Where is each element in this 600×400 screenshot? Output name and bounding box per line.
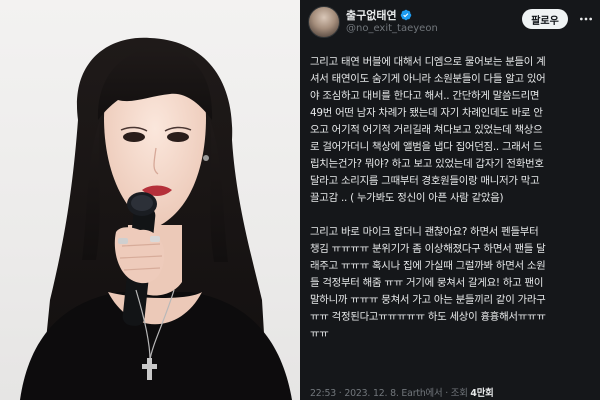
tweet-line: ㅠㅠ 걱정된다고ㅠㅠㅠㅠㅠ 하도 세상이 흉흉해서ㅠㅠㅠ (310, 311, 546, 323)
author-avatar[interactable] (308, 6, 340, 38)
tweet-line: 그리고 태연 버블에 대해서 디엠으로 물어보는 분들이 계 (310, 56, 546, 68)
views-label: 조회 (450, 388, 468, 399)
tweet-line: 야 조심하고 대비를 한다고 해서.. 간단하게 말씀드리면 (310, 90, 540, 102)
tweet-time[interactable]: 22:53 (310, 388, 336, 399)
tweet-line: 말하니까 ㅠㅠㅠ 뭉쳐서 가고 아는 분들끼리 같이 가라구 (310, 294, 546, 306)
tweet-line: 오고 어기적 어기적 거리길래 쳐다보고 있었는데 책상으 (310, 124, 543, 136)
follow-button[interactable]: 팔로우 (522, 9, 568, 29)
tweet-line: 챙김 ㅠㅠㅠㅠ 분위기가 좀 이상해졌다구 하면서 팬들 달 (310, 243, 546, 255)
author-name-text: 출구없태연 (346, 9, 397, 22)
more-horizontal-icon[interactable] (578, 11, 594, 27)
performer-illustration (20, 37, 292, 400)
tweet-line: 49번 어떤 남자 차례가 됐는데 자기 차례인데도 바로 안 (310, 107, 543, 119)
tweet-line: ㅠㅠ (310, 328, 329, 340)
tweet-line: 립치는건가? 뭐야? 하고 보고 있었는데 갑자기 전화번호 (310, 158, 544, 170)
tweet-line: 그리고 바로 마이크 잡더니 괜찮아요? 하면서 펜들부터 (310, 226, 539, 238)
performer-photo (0, 0, 300, 400)
tweet-source: Earth에서 (401, 388, 443, 399)
tweet-line: 달라고 소리지름 그때부터 경호원들이랑 매니저가 막고 (310, 175, 540, 187)
tweet-line: 래주고 ㅠㅠㅠ 혹시나 집에 가실때 그럴까봐 하면서 소원 (310, 260, 546, 272)
author-display-name[interactable]: 출구없태연 (346, 7, 412, 23)
tweet-date[interactable]: 2023. 12. 8. (344, 388, 398, 399)
author-handle[interactable]: @no_exit_taeyeon (346, 23, 438, 34)
tweet-body: 그리고 태연 버블에 대해서 디엠으로 물어보는 분들이 계 셔서 태연이도 숨… (310, 54, 590, 343)
tweet-paragraph-2: 그리고 바로 마이크 잡더니 괜찮아요? 하면서 펜들부터 챙김 ㅠㅠㅠㅠ 분위… (310, 224, 590, 343)
tweet-paragraph-1: 그리고 태연 버블에 대해서 디엠으로 물어보는 분들이 계 셔서 태연이도 숨… (310, 54, 590, 207)
tweet-card: 출구없태연 @no_exit_taeyeon 팔로우 그리고 태연 버블에 대해… (300, 0, 600, 400)
views-count: 4만회 (470, 388, 494, 399)
tweet-metadata: 22:53 · 2023. 12. 8. Earth에서 · 조회 4만회 (310, 388, 494, 399)
tweet-line: 로 걸어가더니 책상에 앨범을 냅다 집어던짐.. 그래서 드 (310, 141, 543, 153)
tweet-line: 들 걱정부터 해줌 ㅠㅠ 거기에 뭉쳐서 갈게요! 하고 팬이 (310, 277, 544, 289)
tweet-line: 셔서 태연이도 숨기게 아니라 소원분들이 다들 알고 있어 (310, 73, 546, 85)
verified-badge-icon (400, 9, 411, 21)
tweet-line: 끌고감 .. ( 누가봐도 정신이 아픈 사람 같았음) (310, 192, 504, 204)
